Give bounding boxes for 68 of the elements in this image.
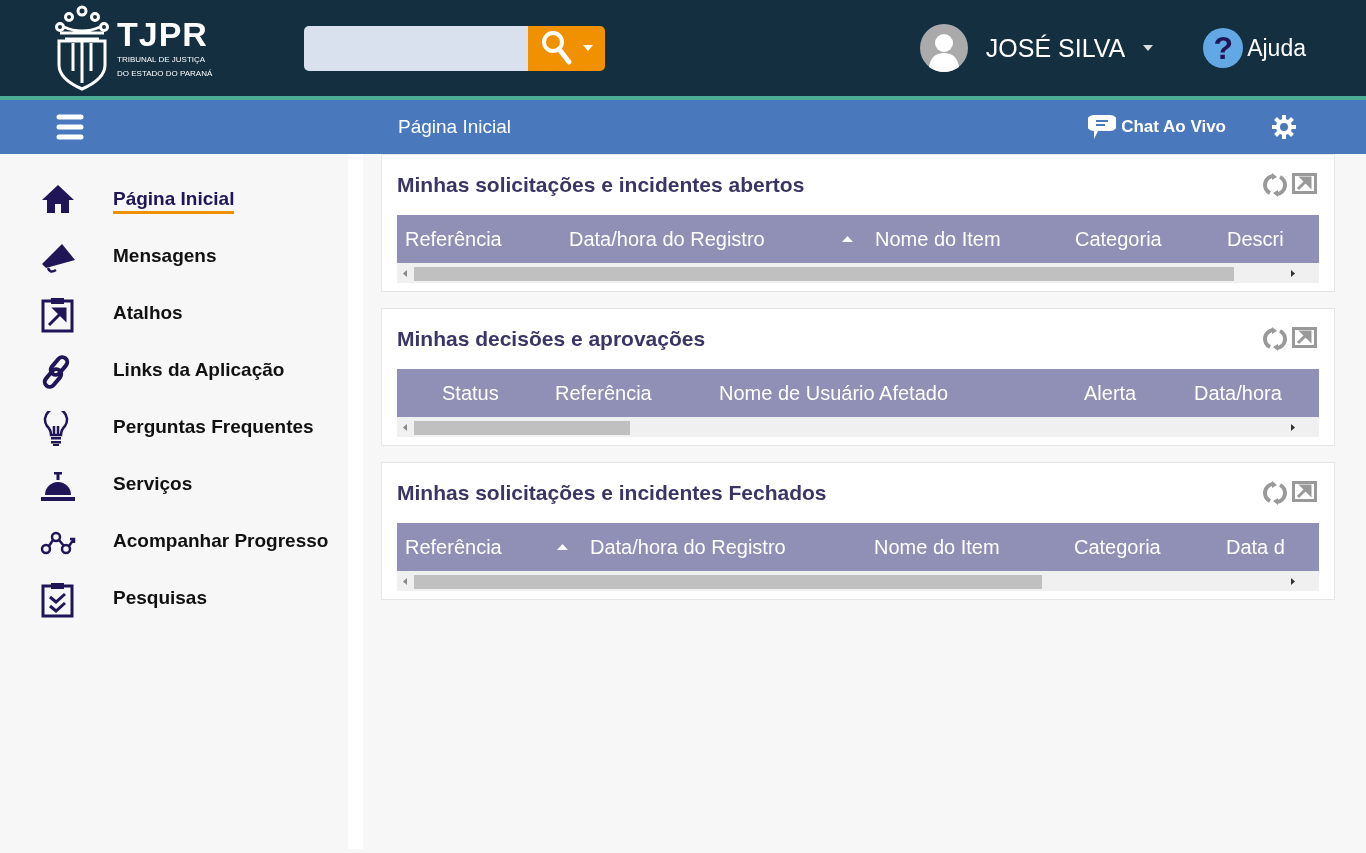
- menu-button[interactable]: [56, 114, 84, 140]
- widget-title: Minhas decisões e aprovações: [397, 327, 706, 351]
- column-header[interactable]: Data/hora do Registro: [590, 535, 786, 559]
- chat-bubble-icon: [1088, 113, 1117, 141]
- refresh-button[interactable]: [1263, 327, 1287, 351]
- sidebar-item[interactable]: Atalhos: [113, 301, 183, 328]
- refresh-icon: [1263, 173, 1287, 197]
- sidebar-item[interactable]: Links da Aplicação: [113, 358, 285, 385]
- help-link[interactable]: ? Ajuda: [1203, 28, 1306, 68]
- column-header[interactable]: Nome do Item: [875, 227, 1001, 251]
- column-header[interactable]: Referência: [555, 381, 652, 405]
- column-header[interactable]: Nome do Item: [874, 535, 1000, 559]
- scroll-left-icon: [403, 269, 407, 277]
- refresh-button[interactable]: [1263, 173, 1287, 197]
- column-header[interactable]: Data/hora: [1194, 381, 1282, 405]
- logo-subtitle: DO ESTADO DO PARANÁ: [117, 69, 213, 79]
- scroll-left-icon: [403, 577, 407, 585]
- expand-button[interactable]: [1292, 327, 1317, 351]
- scroll-right-icon: [1291, 577, 1295, 585]
- logo-icon: [55, 5, 109, 91]
- widget-title: Minhas solicitações e incidentes abertos: [397, 173, 805, 197]
- sidebar-item[interactable]: Pesquisas: [113, 586, 207, 613]
- scrollbar[interactable]: [397, 263, 1319, 283]
- clipboard-check-icon: [40, 581, 76, 618]
- scrollbar[interactable]: [397, 417, 1319, 437]
- page-title: Página Inicial: [398, 116, 512, 138]
- column-header[interactable]: Descri: [1227, 227, 1284, 251]
- refresh-icon: [1263, 327, 1287, 351]
- sidebar-item[interactable]: Perguntas Frequentes: [113, 415, 314, 442]
- caret-icon: [582, 45, 593, 51]
- expand-icon: [1292, 327, 1317, 348]
- column-header[interactable]: Alerta: [1084, 381, 1137, 405]
- scroll-right-icon: [1291, 269, 1295, 277]
- column-header[interactable]: Nome de Usuário Afetado: [719, 381, 949, 405]
- column-header[interactable]: Data/hora do Registro: [569, 227, 765, 251]
- sidebar-item[interactable]: Página Inicial: [113, 187, 235, 214]
- search-button[interactable]: [528, 25, 606, 71]
- sidebar-item[interactable]: Acompanhar Progresso: [113, 529, 329, 556]
- column-header[interactable]: Data d: [1226, 535, 1285, 559]
- column-header[interactable]: Referência: [405, 535, 502, 559]
- column-header[interactable]: Categoria: [1074, 535, 1161, 559]
- scroll-right-icon: [1291, 423, 1295, 431]
- logo-text: TJPR: [117, 17, 209, 51]
- expand-icon: [1292, 173, 1317, 194]
- user-menu[interactable]: JOSÉ SILVA: [919, 24, 1154, 72]
- sidebar-item[interactable]: Serviços: [113, 472, 193, 499]
- column-header[interactable]: Categoria: [1075, 227, 1162, 251]
- scroll-left-icon: [403, 423, 407, 431]
- refresh-icon: [1263, 481, 1287, 505]
- column-header[interactable]: Status: [442, 381, 499, 405]
- widget-title: Minhas solicitações e incidentes Fechados: [397, 481, 827, 505]
- caret-icon: [1143, 45, 1154, 51]
- column-header[interactable]: Referência: [405, 227, 502, 251]
- scrollbar[interactable]: [397, 571, 1319, 591]
- settings-button[interactable]: [1272, 115, 1296, 139]
- search-icon: [540, 30, 573, 66]
- menu-icon: [56, 114, 84, 140]
- search-field[interactable]: [304, 25, 529, 71]
- logo-subtitle: TRIBUNAL DE JUSTIÇA: [117, 55, 207, 65]
- chat-link[interactable]: Chat Ao Vivo: [1088, 113, 1226, 141]
- expand-button[interactable]: [1292, 173, 1317, 197]
- avatar-icon: [919, 24, 968, 72]
- help-icon: ?: [1203, 28, 1244, 68]
- expand-button[interactable]: [1292, 481, 1317, 505]
- sidebar-item[interactable]: Mensagens: [113, 244, 217, 271]
- refresh-button[interactable]: [1263, 481, 1287, 505]
- expand-icon: [1292, 481, 1317, 502]
- settings-icon: [1272, 115, 1296, 139]
